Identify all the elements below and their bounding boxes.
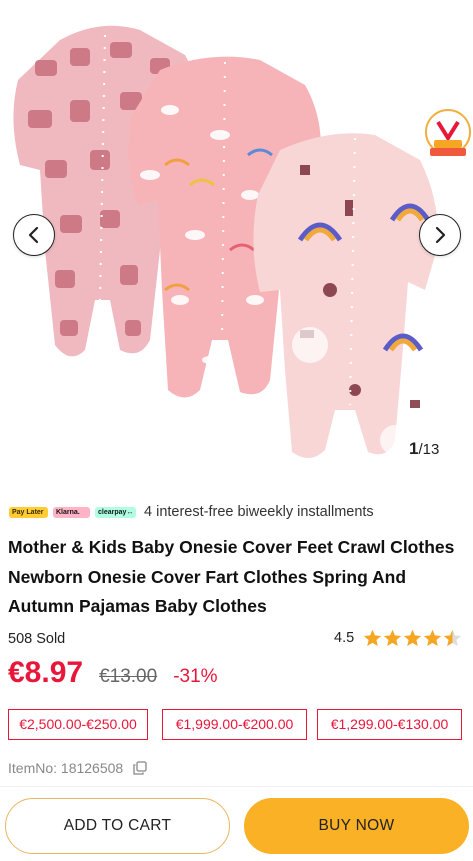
item-number: ItemNo: 18126508 xyxy=(8,760,124,776)
chevron-right-icon xyxy=(435,226,446,244)
price-tier-2: €1,999.00-€200.00 xyxy=(162,709,307,740)
chevron-left-icon xyxy=(28,226,39,244)
product-image xyxy=(13,25,439,459)
bottom-action-bar: ADD TO CART BUY NOW xyxy=(0,786,473,861)
item-number-row: ItemNo: 18126508 xyxy=(8,760,147,776)
discount-percent: -31% xyxy=(173,666,218,687)
star-half-icon xyxy=(444,629,462,647)
product-gallery[interactable]: 1/13 xyxy=(0,0,473,475)
price-tiers: €2,500.00-€250.00 €1,999.00-€200.00 €1,2… xyxy=(8,709,468,740)
pay-later-badge: Pay Later xyxy=(9,506,48,518)
onesie-rainbow-image xyxy=(253,133,439,459)
image-counter: 1/13 xyxy=(409,439,439,459)
clearpay-badge: clearpay↔ xyxy=(95,506,136,518)
installment-text: 4 interest-free biweekly installments xyxy=(144,504,374,520)
copy-icon[interactable] xyxy=(133,761,147,775)
installment-options: Pay Later Klarna. clearpay↔ 4 interest-f… xyxy=(9,503,374,521)
previous-image-button[interactable] xyxy=(13,214,55,256)
price-row: €8.97 €13.00 -31% xyxy=(8,656,218,690)
star-icon xyxy=(384,629,402,647)
price-tier-1: €2,500.00-€250.00 xyxy=(8,709,148,740)
vegitian-badge-icon xyxy=(425,109,471,156)
image-counter-total: /13 xyxy=(418,441,440,458)
price-tier-3: €1,299.00-€130.00 xyxy=(317,709,462,740)
product-title: Mother & Kids Baby Onesie Cover Feet Cra… xyxy=(8,537,455,616)
sold-count: 508 Sold xyxy=(8,631,66,647)
current-price: €8.97 xyxy=(8,656,84,689)
rating-stars xyxy=(363,629,463,647)
star-icon xyxy=(404,629,422,647)
next-image-button[interactable] xyxy=(419,214,461,256)
add-to-cart-button[interactable]: ADD TO CART xyxy=(5,798,230,854)
product-rating[interactable]: 4.5 xyxy=(334,629,463,647)
original-price: €13.00 xyxy=(99,666,158,687)
star-icon xyxy=(424,629,442,647)
rating-value: 4.5 xyxy=(334,630,355,646)
star-icon xyxy=(364,629,382,647)
buy-now-button[interactable]: BUY NOW xyxy=(244,798,469,854)
klarna-badge: Klarna. xyxy=(53,506,90,518)
